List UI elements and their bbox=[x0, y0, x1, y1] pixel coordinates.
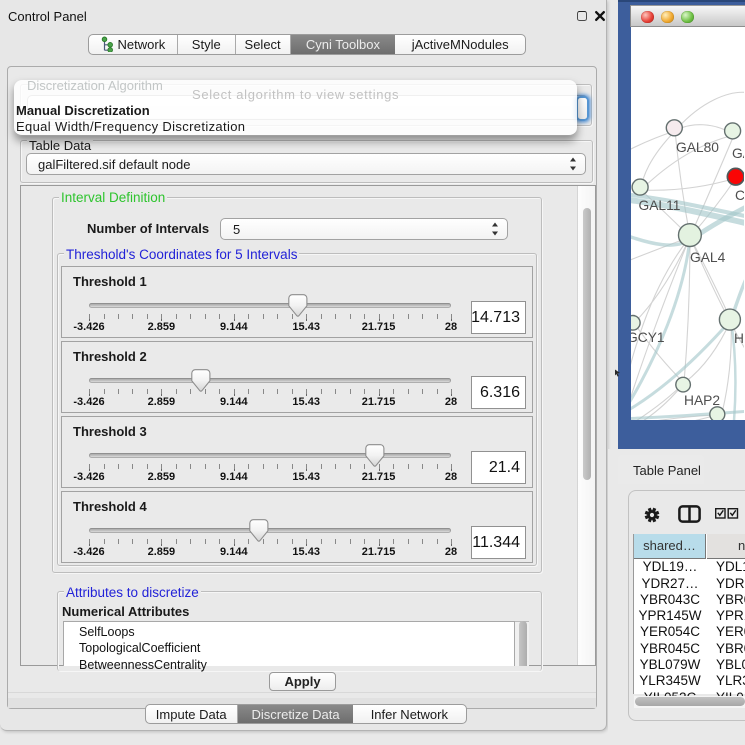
svg-text:GAL4: GAL4 bbox=[690, 250, 726, 265]
svg-text:GAL11: GAL11 bbox=[639, 198, 681, 213]
svg-text:HAP2: HAP2 bbox=[684, 393, 720, 408]
svg-text:GCY1: GCY1 bbox=[631, 330, 665, 345]
svg-text:H: H bbox=[734, 331, 744, 346]
svg-text:C: C bbox=[735, 188, 744, 203]
svg-text:GAL80: GAL80 bbox=[676, 140, 719, 155]
svg-text:GA: GA bbox=[732, 146, 744, 161]
